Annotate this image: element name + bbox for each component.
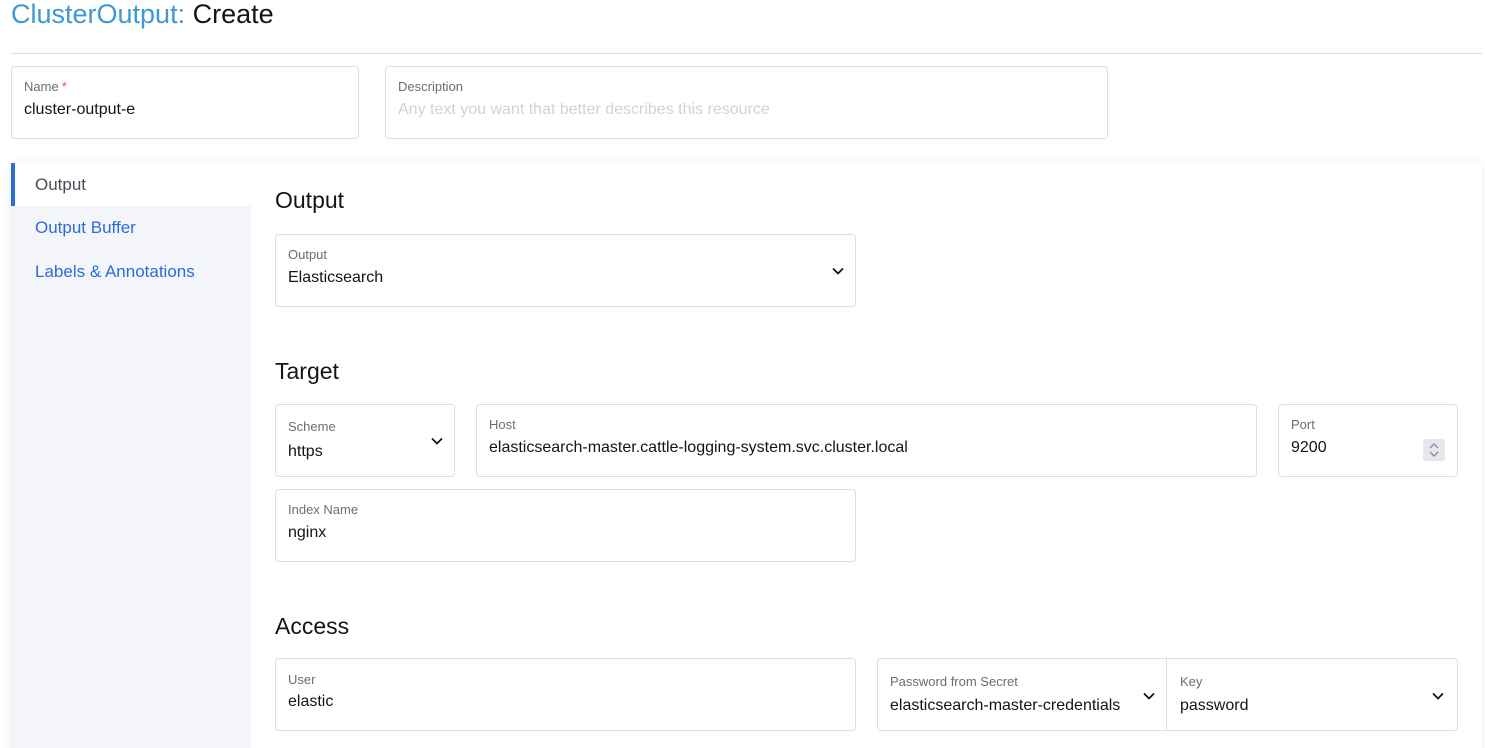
password-secret-label: Password from Secret (890, 674, 1018, 689)
password-secret-value: elasticsearch-master-credentials (890, 697, 1121, 714)
tab-output-buffer[interactable]: Output Buffer (11, 206, 251, 249)
target-heading: Target (275, 358, 339, 384)
description-field[interactable]: Description Any text you want that bette… (385, 66, 1108, 139)
index-name-field[interactable]: Index Name nginx (275, 489, 856, 562)
user-field[interactable]: User elastic (275, 658, 856, 731)
tab-labels-annotations[interactable]: Labels & Annotations (11, 250, 251, 293)
tab-output[interactable]: Output (11, 163, 251, 206)
tab-labels-annotations-label: Labels & Annotations (35, 262, 195, 281)
output-select[interactable]: Output Elasticsearch (275, 234, 856, 307)
port-field-value[interactable]: 9200 (1291, 439, 1327, 457)
password-key-label: Key (1180, 674, 1203, 689)
chevron-down-icon (1432, 692, 1444, 700)
output-select-label: Output (288, 247, 328, 262)
name-field-value[interactable]: cluster-output-e (24, 101, 344, 119)
page-title-action: Create (192, 0, 274, 29)
tab-output-buffer-label: Output Buffer (35, 218, 136, 237)
index-name-field-value[interactable]: nginx (288, 524, 326, 542)
output-heading: Output (275, 187, 345, 213)
index-name-field-label: Index Name (288, 502, 359, 517)
output-select-value: Elasticsearch (288, 269, 384, 286)
page-title: ClusterOutput: Create (11, 0, 274, 34)
title-divider (11, 53, 1482, 54)
page-title-resource: ClusterOutput: (11, 0, 186, 29)
description-field-label: Description (398, 79, 464, 94)
required-mark: * (61, 79, 67, 94)
chevron-down-icon (1143, 692, 1155, 700)
user-field-label: User (288, 672, 316, 687)
scheme-select-label: Scheme (288, 419, 336, 434)
password-key-value: password (1180, 697, 1249, 714)
host-field-label: Host (489, 417, 516, 432)
port-field-label: Port (1291, 417, 1315, 432)
name-field-label: Name (24, 79, 59, 94)
password-key-select[interactable]: Key password (1167, 659, 1457, 730)
port-field[interactable]: Port 9200 (1278, 404, 1458, 477)
side-tabs: Output Output Buffer Labels & Annotation… (11, 163, 251, 748)
host-field[interactable]: Host elasticsearch-master.cattle-logging… (476, 404, 1257, 477)
password-secret-select[interactable]: Password from Secret elasticsearch-maste… (878, 659, 1166, 730)
user-field-value[interactable]: elastic (288, 693, 333, 711)
port-stepper[interactable] (1423, 439, 1445, 461)
description-field-placeholder[interactable]: Any text you want that better describes … (398, 101, 770, 119)
chevron-down-icon (431, 437, 443, 445)
access-heading: Access (275, 613, 350, 639)
password-secret-group: Password from Secret elasticsearch-maste… (877, 658, 1458, 731)
stepper-arrows-icon (1429, 443, 1439, 457)
scheme-select-value: https (288, 443, 323, 460)
name-field-label-wrap: Name * (24, 79, 67, 94)
tab-output-label: Output (35, 175, 87, 194)
host-field-value[interactable]: elasticsearch-master.cattle-logging-syst… (489, 439, 1244, 457)
name-field[interactable]: Name * cluster-output-e (11, 66, 359, 139)
scheme-select[interactable]: Scheme https (275, 404, 455, 477)
chevron-down-icon (832, 267, 844, 275)
